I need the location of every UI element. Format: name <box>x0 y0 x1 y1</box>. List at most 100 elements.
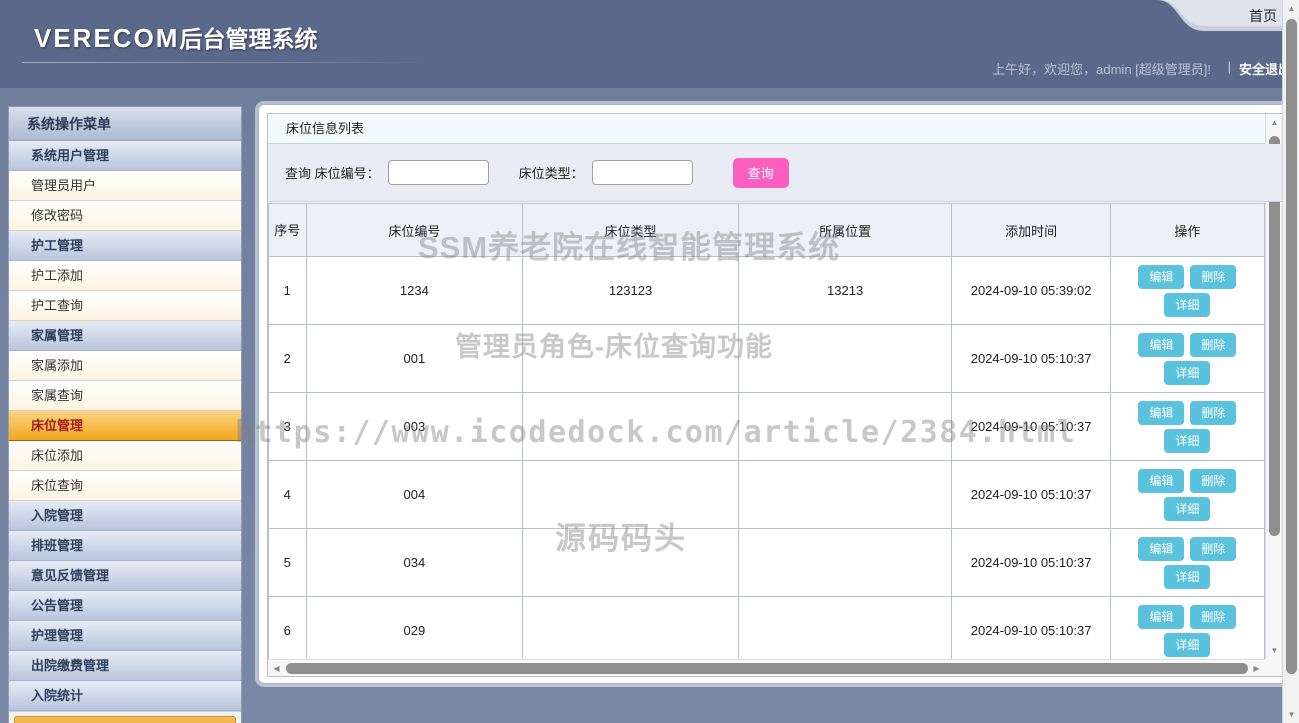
edit-button[interactable]: 编辑 <box>1138 604 1185 629</box>
sidebar-item-label: 排班管理 <box>31 538 84 553</box>
sidebar-item-14[interactable]: 意见反馈管理 <box>9 561 241 591</box>
page-scroll-up-icon[interactable]: ▲ <box>1283 0 1299 17</box>
row-index: 3 <box>268 392 307 461</box>
row-add-time: 2024-09-10 05:10:37 <box>951 528 1111 597</box>
delete-button[interactable]: 删除 <box>1190 400 1237 425</box>
detail-button[interactable]: 详细 <box>1164 496 1211 521</box>
sidebar-item-17[interactable]: 出院缴费管理 <box>9 651 241 681</box>
brand-logo: VERECOM后台管理系统 <box>34 20 317 54</box>
sidebar-item-5[interactable]: 护工查询 <box>9 291 241 321</box>
edit-button[interactable]: 编辑 <box>1138 536 1185 561</box>
row-bed-no: 004 <box>305 460 524 529</box>
sidebar-item-4[interactable]: 护工添加 <box>9 261 241 291</box>
page-vscroll-thumb[interactable] <box>1286 19 1297 674</box>
sidebar-item-label: 家属管理 <box>31 328 84 343</box>
action-button-group: 编辑 删除详细 <box>1111 264 1264 317</box>
panel-horizontal-scrollbar[interactable]: ◀ ▶ <box>268 659 1265 676</box>
row-bed-no: 003 <box>305 392 524 461</box>
edit-button[interactable]: 编辑 <box>1138 264 1185 289</box>
table-row: 5 034 2024-09-10 05:10:37 编辑 删除 详细 <box>268 528 1265 597</box>
sidebar-item-12[interactable]: 入院管理 <box>9 501 241 531</box>
detail-button[interactable]: 详细 <box>1164 360 1211 385</box>
sidebar-item-label: 修改密码 <box>31 208 84 223</box>
sidebar-item-7[interactable]: 家属添加 <box>9 351 241 381</box>
action-button-group: 编辑 删除详细 <box>1111 332 1264 385</box>
row-operations: 编辑 删除详细 <box>1109 596 1265 659</box>
edit-button[interactable]: 编辑 <box>1138 468 1185 493</box>
search-submit-button[interactable]: 查询 <box>732 157 789 188</box>
sidebar-item-label: 床位查询 <box>31 478 84 493</box>
edit-button[interactable]: 编辑 <box>1138 400 1185 425</box>
row-index: 5 <box>268 528 307 597</box>
tab-home[interactable]: 首页 <box>1152 0 1299 31</box>
sidebar-item-label: 管理员用户 <box>31 178 97 193</box>
sidebar-item-2[interactable]: 修改密码 <box>9 201 241 231</box>
bed-table-head: 序号 床位编号 床位类型 所属位置 添加时间 操作 <box>268 203 1265 257</box>
bed-type-input[interactable] <box>591 160 693 185</box>
page-scroll-down-icon[interactable]: ▼ <box>1283 706 1299 723</box>
row-location <box>737 392 953 461</box>
sidebar-item-label: 意见反馈管理 <box>31 568 110 583</box>
bed-no-label: 查询 床位编号： <box>285 166 380 181</box>
delete-button[interactable]: 删除 <box>1190 536 1237 561</box>
sidebar-item-6[interactable]: 家属管理 <box>9 321 241 351</box>
table-header-row: 序号 床位编号 床位类型 所属位置 添加时间 操作 <box>268 203 1265 257</box>
bed-no-input[interactable] <box>387 160 489 185</box>
detail-button[interactable]: 详细 <box>1164 428 1211 453</box>
table-row: 1 1234 123123 13213 2024-09-10 05:39:02 编辑 删除详… <box>268 256 1265 325</box>
row-add-time: 2024-09-10 05:39:02 <box>951 256 1111 325</box>
row-bed-no: 029 <box>305 596 524 659</box>
action-button-group: 编辑 删除详细 <box>1111 400 1264 453</box>
row-location <box>737 528 953 597</box>
table-row: 6 029 2024-09-10 05:10:37 编辑 删除 详细 <box>268 596 1265 659</box>
sidebar-item-18[interactable]: 入院统计 <box>9 681 241 711</box>
row-bed-no: 034 <box>305 528 524 597</box>
row-add-time: 2024-09-10 05:10:37 <box>951 324 1111 393</box>
brand-name-cn: 后台管理系统 <box>179 26 318 52</box>
sidebar-item-0[interactable]: 系统用户管理 <box>9 141 241 171</box>
scroll-left-icon[interactable]: ◀ <box>268 660 285 676</box>
table-row: 4 004 2024-09-10 05:10:37 编辑 删除 详细 <box>268 460 1265 529</box>
sidebar-item-label: 系统用户管理 <box>31 148 110 163</box>
col-index: 序号 <box>268 203 307 257</box>
bed-list-panel: 床位信息列表 查询 床位编号： 床位类型： 查询 序号 床位编号 床位类型 所属… <box>267 113 1283 677</box>
action-button-group: 编辑 删除详细 <box>1111 536 1264 589</box>
panel-hscroll-thumb[interactable] <box>286 663 1248 674</box>
row-location <box>737 596 953 659</box>
sidebar-item-3[interactable]: 护工管理 <box>9 231 241 261</box>
sidebar-item-1[interactable]: 管理员用户 <box>9 171 241 201</box>
sidebar-item-8[interactable]: 家属查询 <box>9 381 241 411</box>
row-bed-type <box>522 460 739 529</box>
row-location <box>737 324 953 393</box>
detail-button[interactable]: 详细 <box>1164 292 1211 317</box>
row-bed-no: 1234 <box>305 256 524 325</box>
sidebar-item-9[interactable]: 床位管理 <box>9 411 241 441</box>
detail-button[interactable]: 详细 <box>1164 564 1211 589</box>
sidebar-item-16[interactable]: 护理管理 <box>9 621 241 651</box>
bed-table-body: 1 1234 123123 13213 2024-09-10 05:39:02 编辑 删除详… <box>268 256 1265 659</box>
scroll-right-icon[interactable]: ▶ <box>1248 660 1265 676</box>
page-vertical-scrollbar[interactable]: ▲ ▼ <box>1282 0 1299 723</box>
delete-button[interactable]: 删除 <box>1190 604 1237 629</box>
bed-type-label: 床位类型： <box>518 166 584 181</box>
row-add-time: 2024-09-10 05:10:37 <box>951 460 1111 529</box>
sidebar-item-10[interactable]: 床位添加 <box>9 441 241 471</box>
calendar-widget: ◀ February 2025 ▶ <box>9 711 241 723</box>
scroll-down-icon[interactable]: ▼ <box>1266 642 1282 659</box>
delete-button[interactable]: 删除 <box>1190 332 1237 357</box>
sidebar-item-11[interactable]: 床位查询 <box>9 471 241 501</box>
row-add-time: 2024-09-10 05:10:37 <box>951 596 1111 659</box>
sidebar-item-label: 出院缴费管理 <box>31 658 110 673</box>
search-form: 查询 床位编号： 床位类型： 查询 <box>268 144 1282 202</box>
detail-button[interactable]: 详细 <box>1164 632 1211 657</box>
scroll-up-icon[interactable]: ▲ <box>1266 114 1282 131</box>
sidebar-item-label: 护工管理 <box>31 238 84 253</box>
sidebar-item-13[interactable]: 排班管理 <box>9 531 241 561</box>
sidebar: 系统操作菜单 系统用户管理 管理员用户 修改密码 护工管理 护工添加 护工查询 家属管理 家属… <box>8 106 242 723</box>
calendar-header: ◀ February 2025 ▶ <box>14 716 236 723</box>
edit-button[interactable]: 编辑 <box>1138 332 1185 357</box>
delete-button[interactable]: 删除 <box>1190 468 1237 493</box>
content-card: 床位信息列表 查询 床位编号： 床位类型： 查询 序号 床位编号 床位类型 所属… <box>258 104 1291 684</box>
delete-button[interactable]: 删除 <box>1190 264 1237 289</box>
sidebar-item-15[interactable]: 公告管理 <box>9 591 241 621</box>
